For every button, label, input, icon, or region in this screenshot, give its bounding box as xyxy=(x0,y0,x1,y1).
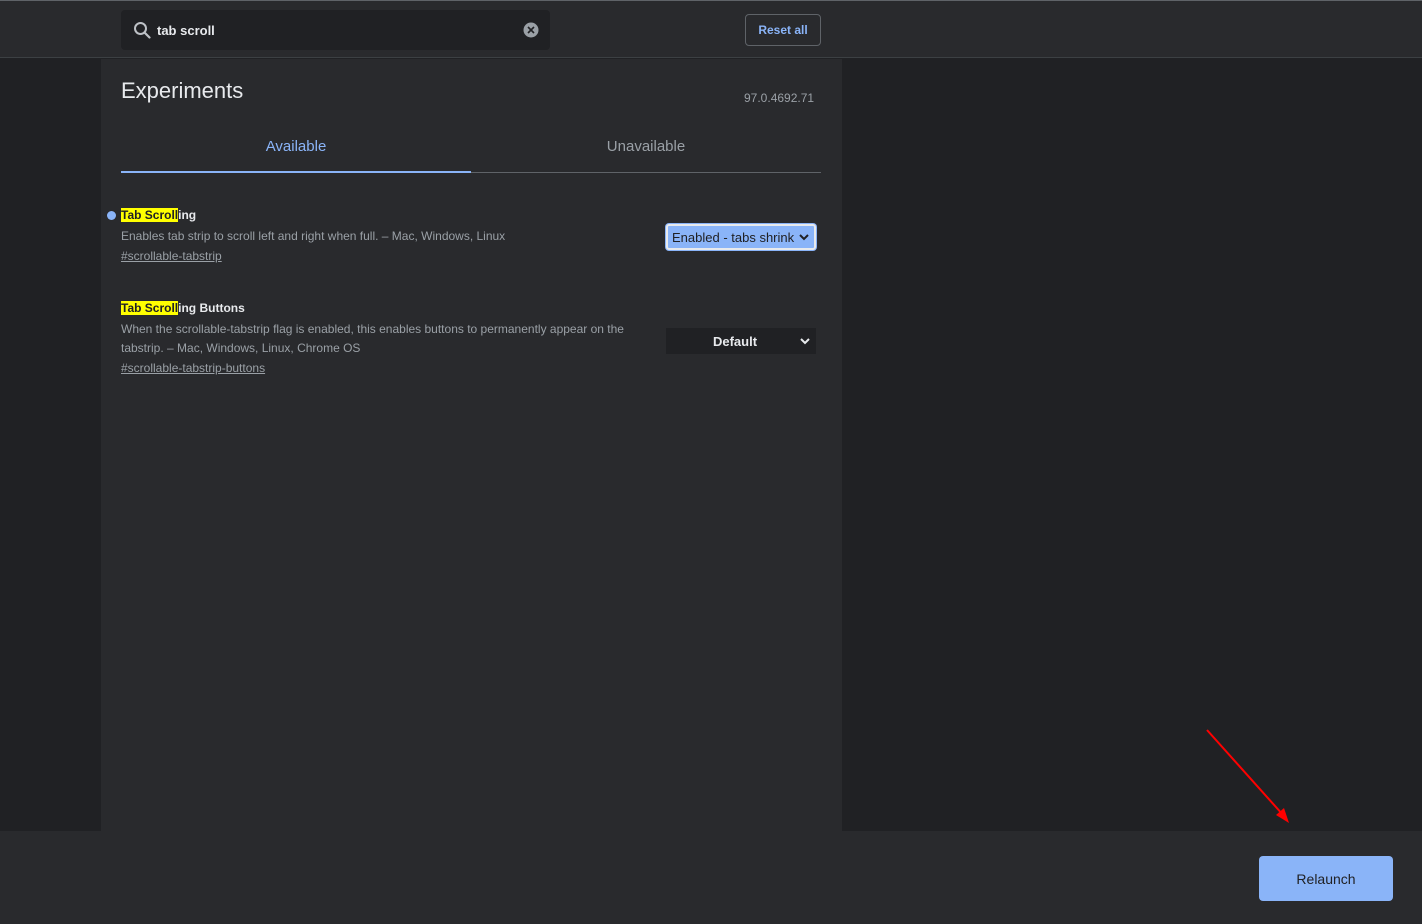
tab-unavailable[interactable]: Unavailable xyxy=(471,127,821,172)
experiment-state-select[interactable]: Default xyxy=(666,328,816,354)
search-icon xyxy=(134,22,151,39)
experiments-panel: Experiments 97.0.4692.71 Available Unava… xyxy=(101,59,842,831)
relaunch-footer: Relaunch xyxy=(0,831,1422,924)
experiment-title-rest: ing xyxy=(178,208,197,222)
search-input[interactable] xyxy=(157,10,507,50)
experiment-item: Tab Scrolling Enables tab strip to scrol… xyxy=(107,207,821,265)
clear-icon[interactable] xyxy=(523,22,539,38)
reset-all-button[interactable]: Reset all xyxy=(745,14,821,46)
experiment-state-select[interactable]: Enabled - tabs shrink xyxy=(666,224,816,250)
select-value: Enabled - tabs shrink xyxy=(672,229,795,245)
experiment-item: Tab Scrolling Buttons When the scrollabl… xyxy=(121,300,821,377)
header-bar: Reset all xyxy=(0,1,1422,58)
modified-indicator xyxy=(107,211,116,220)
experiment-description: Enables tab strip to scroll left and rig… xyxy=(121,229,506,243)
select-value: Default xyxy=(712,333,758,349)
chevron-down-icon xyxy=(799,234,809,241)
search-match-highlight: Tab Scroll xyxy=(121,208,179,222)
search-box[interactable] xyxy=(121,10,550,50)
experiment-title: Tab Scrolling xyxy=(121,207,821,223)
tab-bar: Available Unavailable xyxy=(121,127,821,173)
chevron-down-icon xyxy=(800,338,810,345)
experiment-permalink[interactable]: #scrollable-tabstrip-buttons xyxy=(121,361,265,375)
experiment-permalink[interactable]: #scrollable-tabstrip xyxy=(121,249,222,263)
page-title: Experiments xyxy=(121,78,244,103)
experiment-title-rest: ing Buttons xyxy=(178,301,245,315)
annotation-arrow xyxy=(1206,729,1289,823)
experiment-title: Tab Scrolling Buttons xyxy=(121,300,821,316)
experiment-description: When the scrollable-tabstrip flag is ena… xyxy=(121,322,624,355)
relaunch-button[interactable]: Relaunch xyxy=(1259,856,1393,901)
tab-available[interactable]: Available xyxy=(121,127,471,173)
version-label: 97.0.4692.71 xyxy=(744,91,815,105)
search-match-highlight: Tab Scroll xyxy=(121,301,179,315)
